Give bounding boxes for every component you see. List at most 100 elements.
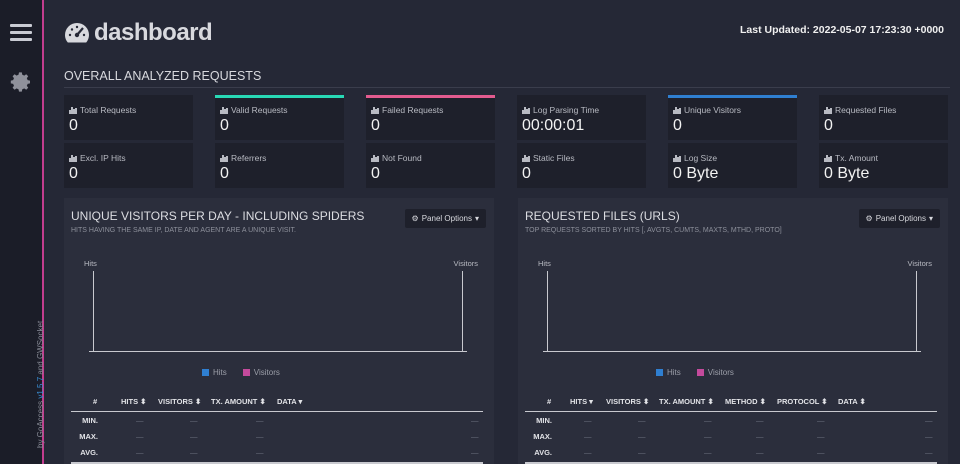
- col-tx-amount[interactable]: TX. AMOUNT ⬍: [211, 397, 266, 406]
- col-data[interactable]: DATA ⬍: [838, 397, 866, 406]
- table-header: # HITS ⬍ VISITORS ⬍ TX. AMOUNT ⬍ DATA ▾: [71, 394, 483, 412]
- col-hits[interactable]: HITS ▾: [570, 397, 593, 406]
- y-axis-left-label: Hits: [84, 259, 97, 268]
- stat-value: 0 Byte: [824, 165, 870, 182]
- col-index: #: [547, 397, 552, 406]
- visitors-panel: UNIQUE VISITORS PER DAY - INCLUDING SPID…: [64, 198, 494, 464]
- table-cell: —: [190, 432, 198, 441]
- stat-label: Log Size: [673, 153, 717, 163]
- chart-legend: Hits Visitors: [202, 368, 280, 377]
- y-axis-left-label: Hits: [538, 259, 551, 268]
- sidebar: by GoAccess v1.5.7 and GWSocket: [0, 0, 45, 464]
- stat-value: 0: [69, 117, 78, 134]
- table-cell: —: [817, 432, 825, 441]
- chart-legend: Hits Visitors: [656, 368, 734, 377]
- hamburger-icon[interactable]: [10, 24, 32, 42]
- stat-label: Static Files: [522, 153, 575, 163]
- stat-card: Static Files 0: [517, 143, 646, 188]
- stat-card: Log Parsing Time 00:00:01: [517, 95, 646, 140]
- stat-card: Log Size 0 Byte: [668, 143, 797, 188]
- y-axis-right-label: Visitors: [453, 259, 478, 268]
- table-cell: —: [756, 432, 764, 441]
- bar-chart-icon: [824, 154, 832, 162]
- table-cell: —: [471, 416, 479, 425]
- col-visitors[interactable]: VISITORS ⬍: [158, 397, 201, 406]
- bar-chart-icon: [673, 106, 681, 114]
- stat-value: 0: [69, 165, 78, 182]
- row-label: MAX.: [79, 432, 98, 441]
- table-cell: —: [925, 416, 933, 425]
- legend-visitors[interactable]: Visitors: [696, 368, 734, 377]
- table-cell: —: [925, 448, 933, 457]
- row-label: MAX.: [533, 432, 552, 441]
- bar-chart-icon: [522, 154, 530, 162]
- bar-chart-icon: [220, 106, 228, 114]
- divider: [64, 87, 950, 88]
- stat-value: 00:00:01: [522, 117, 585, 134]
- table-cell: —: [704, 448, 712, 457]
- col-hits[interactable]: HITS ⬍: [121, 397, 146, 406]
- table-cell: —: [817, 416, 825, 425]
- legend-visitors[interactable]: Visitors: [242, 368, 280, 377]
- col-protocol[interactable]: PROTOCOL ⬍: [777, 397, 828, 406]
- stat-value: 0 Byte: [673, 165, 719, 182]
- col-data[interactable]: DATA ▾: [277, 397, 302, 406]
- table-cell: —: [256, 432, 264, 441]
- stat-label: Unique Visitors: [673, 105, 741, 115]
- bar-chart-icon: [522, 106, 530, 114]
- stat-card: Failed Requests 0: [366, 95, 495, 140]
- requests-panel: REQUESTED FILES (URLS) TOP REQUESTS SORT…: [518, 198, 948, 464]
- legend-hits[interactable]: Hits: [202, 368, 227, 377]
- col-method[interactable]: METHOD ⬍: [725, 397, 766, 406]
- main-content: dashboard Last Updated: 2022-05-07 17:23…: [46, 0, 960, 464]
- bar-chart-icon: [69, 154, 77, 162]
- bar-chart-icon: [673, 154, 681, 162]
- table-cell: —: [638, 432, 646, 441]
- visitors-table: # HITS ⬍ VISITORS ⬍ TX. AMOUNT ⬍ DATA ▾ …: [71, 394, 483, 464]
- panel-title: REQUESTED FILES (URLS): [525, 209, 680, 223]
- legend-hits[interactable]: Hits: [656, 368, 681, 377]
- table-cell: —: [584, 448, 592, 457]
- table-cell: —: [638, 416, 646, 425]
- table-cell: —: [584, 416, 592, 425]
- stat-label: Tx. Amount: [824, 153, 878, 163]
- stat-label: Failed Requests: [371, 105, 443, 115]
- caret-down-icon: ▾: [474, 214, 479, 223]
- panel-options-button[interactable]: ⚙ Panel Options ▾: [404, 209, 486, 228]
- y-axis-right: [916, 271, 917, 352]
- table-cell: —: [256, 448, 264, 457]
- overall-cards: Total Requests 0 Valid Requests 0 Failed Req…: [64, 95, 951, 191]
- table-cell: —: [756, 448, 764, 457]
- table-body: MIN. — — — — — — MAX. — — — — — — AVG. — — — — — —: [525, 412, 937, 464]
- panel-options-button[interactable]: ⚙ Panel Options ▾: [858, 209, 940, 228]
- stat-value: 0: [220, 165, 229, 182]
- panel-subtitle: TOP REQUESTS SORTED BY HITS [, AVGTS, CU…: [525, 227, 782, 234]
- caret-down-icon: ▾: [928, 214, 933, 223]
- col-visitors[interactable]: VISITORS ⬍: [606, 397, 649, 406]
- stat-value: 0: [673, 117, 682, 134]
- table-cell: —: [756, 416, 764, 425]
- requests-table: # HITS ▾ VISITORS ⬍ TX. AMOUNT ⬍ METHOD …: [525, 394, 937, 464]
- stat-value: 0: [220, 117, 229, 134]
- y-axis-right-label: Visitors: [907, 259, 932, 268]
- table-row: MIN. — — — —: [71, 412, 483, 428]
- stat-value: 0: [824, 117, 833, 134]
- brand: dashboard: [64, 19, 213, 47]
- table-cell: —: [925, 432, 933, 441]
- table-cell: —: [190, 416, 198, 425]
- gear-icon: ⚙: [865, 214, 873, 223]
- y-axis-right: [462, 271, 463, 352]
- gear-icon: ⚙: [411, 214, 419, 223]
- last-updated: Last Updated: 2022-05-07 17:23:30 +0000: [740, 24, 944, 36]
- stat-card: Tx. Amount 0 Byte: [819, 143, 948, 188]
- table-cell: —: [256, 416, 264, 425]
- gear-icon[interactable]: [9, 70, 33, 94]
- table-cell: —: [471, 448, 479, 457]
- table-cell: —: [136, 416, 144, 425]
- col-index: #: [93, 397, 98, 406]
- y-axis-left: [93, 271, 94, 352]
- col-tx-amount[interactable]: TX. AMOUNT ⬍: [659, 397, 714, 406]
- table-row: MIN. — — — — — —: [525, 412, 937, 428]
- stat-label: Not Found: [371, 153, 422, 163]
- table-row: AVG. — — — —: [71, 444, 483, 460]
